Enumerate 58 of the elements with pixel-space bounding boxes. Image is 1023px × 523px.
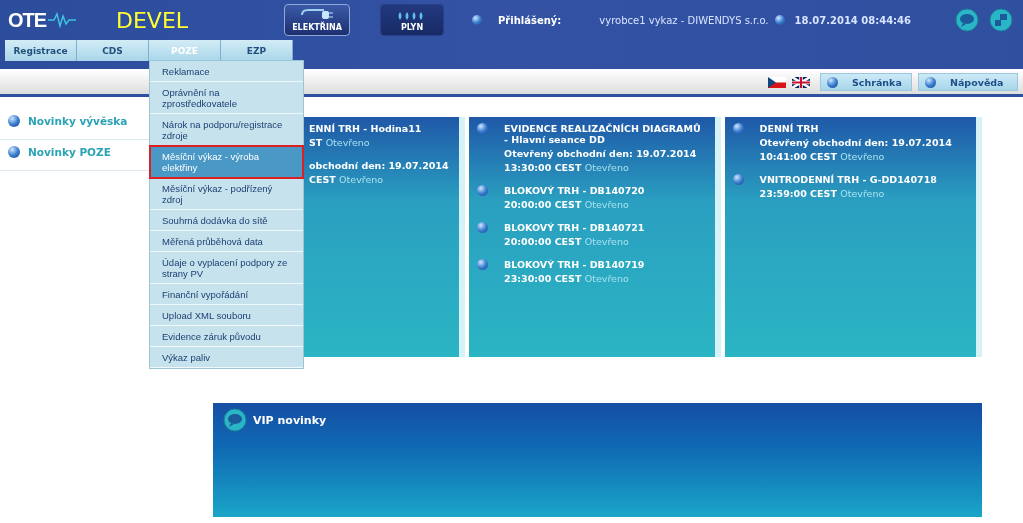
bullet-icon [8, 146, 20, 158]
menu-item[interactable]: Údaje o vyplacení podpory ze strany PV [150, 252, 303, 284]
menu-item[interactable]: Evidence záruk původu [150, 326, 303, 347]
bullet-icon [732, 174, 744, 185]
uk-flag-icon[interactable] [792, 76, 810, 88]
environment-label: DEVEL [116, 7, 190, 33]
closing-time: 10:41:00 CEST Otevřeno [759, 151, 886, 162]
market-title: BLOKOVÝ TRH - DB140720 [504, 185, 645, 196]
market-title: EVIDENCE REALIZAČNÍCH DIAGRAMŮ - Hlavní seance DD [504, 123, 702, 145]
bullet-icon [477, 259, 489, 270]
nav-tab[interactable]: EZP [221, 40, 293, 61]
plug-icon [300, 9, 334, 21]
bullet-icon [477, 222, 489, 233]
menu-item[interactable]: Finanční vypořádání [150, 284, 303, 305]
closing-time: 20:00:00 CEST Otevřeno [504, 199, 630, 210]
market-title: VNITRODENNÍ TRH - G-DD140718 [759, 174, 937, 185]
commodity-tab[interactable]: ELEKTŘINA [284, 4, 350, 36]
chat-icon[interactable] [955, 8, 979, 32]
closing-time: CEST Otevřeno [309, 174, 385, 185]
trading-day: obchodní den: 19.07.2014 [309, 160, 449, 171]
logo: OTE [8, 8, 47, 32]
menu-item[interactable]: Reklamace [150, 61, 303, 82]
closing-time: 13:30:00 CEST Otevřeno [504, 162, 630, 173]
menu-item[interactable]: Měřená průběhová data [150, 231, 303, 252]
market-title: DENNÍ TRH [759, 123, 820, 134]
windows-icon[interactable] [989, 8, 1013, 32]
menu-item[interactable]: Souhrná dodávka do sítě [150, 210, 303, 231]
bullet-icon [477, 185, 489, 196]
menu-item[interactable]: Výkaz paliv [150, 347, 303, 368]
czech-flag-icon[interactable] [768, 76, 786, 88]
nav-tab[interactable]: Registrace [5, 40, 77, 61]
market-title: BLOKOVÝ TRH - DB140719 [504, 259, 645, 270]
pulse-icon [48, 12, 77, 28]
login-label: Přihlášený: [498, 14, 562, 26]
toolbar-button[interactable]: Schránka [820, 73, 912, 91]
commodity-tab[interactable]: PLYN [380, 4, 444, 36]
bullet-icon [477, 123, 489, 134]
bullet-icon [472, 15, 482, 25]
closing-time: 23:59:00 CEST Otevřeno [759, 188, 886, 199]
vip-title: VIP novinky [253, 413, 327, 427]
market-title: BLOKOVÝ TRH - DB140721 [504, 222, 645, 233]
date-time: 18.07.2014 08:44:46 [794, 14, 912, 26]
closing-time: ST Otevřeno [309, 137, 371, 148]
bullet-icon [732, 123, 744, 134]
trading-day: Otevřený obchodní den: 19.07.2014 [504, 148, 707, 159]
trading-day: Otevřený obchodní den: 19.07.2014 [759, 137, 952, 148]
market-title: ENNÍ TRH - Hodina11 [309, 123, 422, 134]
bullet-icon [774, 15, 785, 25]
toolbar-button[interactable]: Nápověda [918, 73, 1018, 91]
chat-icon[interactable] [223, 408, 247, 432]
closing-time: 20:00:00 CEST Otevřeno [504, 236, 630, 247]
closing-time: 23:30:00 CEST Otevřeno [504, 273, 630, 284]
bullet-icon [8, 115, 20, 127]
menu-item[interactable]: Upload XML souboru [150, 305, 303, 326]
menu-item[interactable]: Oprávnění na zprostředkovatele [150, 82, 303, 114]
user-name: vyrobce1 vykaz - DIWENDYS s.r.o. [599, 14, 769, 26]
menu-item[interactable]: Měsíční výkaz - podřízený zdroj [150, 178, 303, 210]
nav-tab[interactable]: CDS [77, 40, 149, 61]
